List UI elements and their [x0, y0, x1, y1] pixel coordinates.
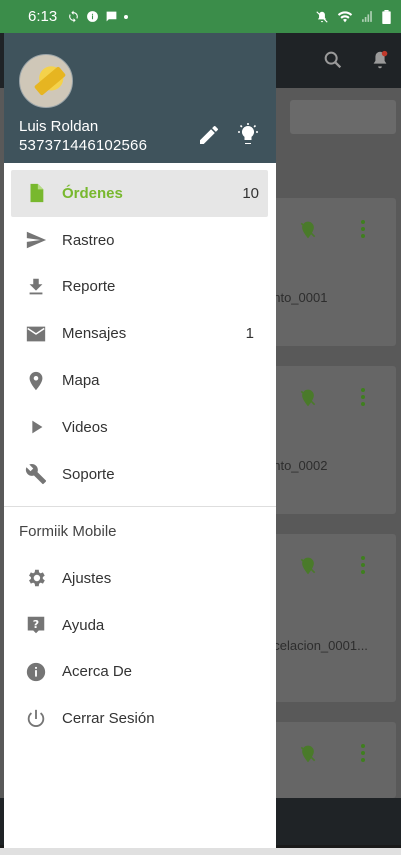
menu-item-label: Reporte: [62, 278, 116, 296]
mute-icon: [316, 10, 328, 23]
signal-icon: [362, 11, 372, 22]
info-icon: [26, 662, 46, 682]
user-name: Luis Roldan: [19, 118, 99, 135]
menu-item-rastreo[interactable]: Rastreo: [4, 217, 276, 264]
battery-icon: [382, 9, 391, 24]
play-icon: [32, 420, 43, 434]
menu-item-ordenes[interactable]: Órdenes 10: [11, 170, 268, 217]
menu-item-ayuda[interactable]: ? Ayuda: [4, 602, 276, 649]
menu-item-label: Mensajes: [62, 325, 127, 343]
help-icon: ?: [27, 616, 45, 634]
edit-icon[interactable]: [197, 123, 221, 147]
order-card[interactable]: [262, 722, 396, 798]
status-bar: 6:13: [0, 0, 401, 33]
menu-divider: [4, 506, 276, 507]
info-status-icon: [87, 11, 99, 22]
more-vert-icon[interactable]: [358, 554, 368, 576]
drawer-secondary-menu: Ajustes ? Ayuda Acerca De Cerrar Sesión: [4, 555, 276, 742]
gear-icon: [29, 570, 45, 587]
order-card[interactable]: ento_0001: [262, 198, 396, 346]
location-off-icon: [300, 221, 316, 239]
chat-status-icon: [106, 11, 117, 22]
menu-item-label: Acerca De: [62, 663, 133, 681]
svg-text:?: ?: [33, 618, 39, 631]
order-card-title: ncelacion_0001...: [266, 638, 368, 653]
menu-item-acerca-de[interactable]: Acerca De: [4, 649, 276, 696]
power-icon: [27, 709, 45, 727]
menu-item-mapa[interactable]: Mapa: [4, 357, 276, 404]
location-off-icon: [300, 745, 316, 763]
location-off-icon: [300, 557, 316, 575]
order-card[interactable]: ento_0002: [262, 366, 396, 514]
user-id: 537371446102566: [19, 137, 148, 154]
menu-item-label: Mapa: [62, 372, 100, 390]
notification-dot: [124, 14, 129, 19]
order-card[interactable]: ncelacion_0001...: [262, 534, 396, 702]
menu-item-soporte[interactable]: Soporte: [4, 451, 276, 498]
location-pin-icon: [29, 371, 43, 390]
menu-item-label: Videos: [62, 418, 108, 436]
search-icon[interactable]: [322, 49, 344, 71]
menu-item-ajustes[interactable]: Ajustes: [4, 555, 276, 602]
navigation-drawer: Luis Roldan 537371446102566 Órdenes 10 R…: [4, 33, 276, 850]
app-action-button[interactable]: [290, 100, 396, 134]
more-vert-icon[interactable]: [358, 742, 368, 764]
sync-icon: [69, 10, 79, 23]
menu-item-count: 10: [242, 184, 259, 202]
system-nav-bar: [0, 848, 401, 855]
section-title: Formiik Mobile: [19, 523, 117, 540]
status-time: 6:13: [28, 8, 58, 25]
wifi-icon: [337, 11, 353, 23]
mail-icon: [26, 326, 46, 342]
menu-item-mensajes[interactable]: Mensajes 1: [4, 310, 276, 357]
menu-item-count: 1: [245, 325, 254, 343]
menu-item-label: Cerrar Sesión: [62, 710, 155, 728]
menu-item-label: Ayuda: [62, 616, 105, 634]
avatar[interactable]: [19, 54, 73, 108]
download-icon: [29, 278, 43, 295]
document-icon: [30, 184, 44, 203]
menu-item-reporte[interactable]: Reporte: [4, 264, 276, 311]
menu-item-label: Rastreo: [62, 231, 115, 249]
menu-item-label: Ajustes: [62, 569, 112, 587]
menu-item-label: Soporte: [62, 465, 115, 483]
location-off-icon: [300, 389, 316, 407]
menu-item-videos[interactable]: Videos: [4, 404, 276, 451]
menu-item-label: Órdenes: [62, 184, 123, 202]
bell-icon[interactable]: [369, 49, 391, 71]
wrench-icon: [25, 464, 47, 485]
drawer-header: Luis Roldan 537371446102566: [4, 33, 276, 163]
more-vert-icon[interactable]: [358, 218, 368, 240]
menu-item-cerrar-sesion[interactable]: Cerrar Sesión: [4, 695, 276, 742]
more-vert-icon[interactable]: [358, 386, 368, 408]
send-icon: [26, 231, 47, 249]
lightbulb-icon[interactable]: [236, 123, 260, 147]
drawer-menu: Órdenes 10 Rastreo Reporte Mensajes 1 Ma…: [4, 170, 276, 498]
